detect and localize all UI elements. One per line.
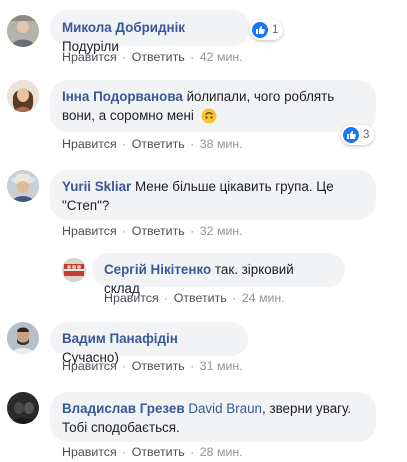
avatar[interactable]	[7, 170, 39, 202]
like-button[interactable]: Нравится	[62, 359, 117, 373]
comment-timestamp[interactable]: 24 мин.	[242, 291, 285, 305]
reply-button[interactable]: Ответить	[132, 224, 185, 238]
comment-text: , зверни увагу.	[262, 401, 352, 416]
comment-text: Тобі сподобається.	[62, 420, 180, 435]
comment-text: Мене більше цікавить група. Це	[134, 179, 334, 194]
comment-author[interactable]: Yurii Skliar	[62, 179, 131, 194]
comment-text: "Степ"?	[62, 198, 110, 213]
reply-button[interactable]: Ответить	[174, 291, 227, 305]
comment-actions: Нравится · Ответить · 42 мин.	[62, 50, 243, 64]
comment-author[interactable]: Микола Добриднік	[62, 20, 185, 35]
comment-actions: Нравится · Ответить · 32 мин.	[62, 224, 243, 238]
comment-author[interactable]: Інна Подорванова	[62, 89, 183, 104]
upside-down-face-icon	[201, 108, 217, 129]
like-button[interactable]: Нравится	[62, 137, 117, 151]
comment-bubble: Микола Добриднік Подуріли	[50, 10, 250, 54]
like-button[interactable]: Нравится	[62, 224, 117, 238]
like-button[interactable]: Нравится	[62, 445, 117, 459]
comment-author[interactable]: Сергій Нікітенко	[104, 262, 211, 277]
reaction-count[interactable]: 1	[250, 20, 284, 40]
like-button[interactable]: Нравится	[104, 291, 159, 305]
avatar[interactable]	[7, 80, 39, 112]
reaction-count[interactable]: 3	[341, 125, 375, 145]
comment-author[interactable]: Вадим Панафідін	[62, 331, 178, 346]
reply-button[interactable]: Ответить	[132, 445, 185, 459]
like-icon	[252, 22, 268, 38]
comment-bubble: Владислав Грезев David Braun, зверни ува…	[50, 392, 376, 442]
avatar[interactable]	[7, 15, 39, 47]
reply-button[interactable]: Ответить	[132, 137, 185, 151]
avatar[interactable]	[7, 392, 39, 424]
comment-text: вони, а соромно мені	[62, 108, 194, 123]
comment-bubble: Сергій Нікітенко так. зірковий склад	[92, 253, 345, 296]
comment-timestamp[interactable]: 32 мин.	[200, 224, 243, 238]
comment-bubble: Yurii Skliar Мене більше цікавить група.…	[50, 170, 376, 220]
comment-actions: Нравится · Ответить · 24 мин.	[104, 291, 285, 305]
like-button[interactable]: Нравится	[62, 50, 117, 64]
comment-actions: Нравится · Ответить · 38 мин.	[62, 137, 243, 151]
avatar[interactable]	[62, 258, 86, 282]
comment-timestamp[interactable]: 28 мин.	[200, 445, 243, 459]
reply-button[interactable]: Ответить	[132, 359, 185, 373]
comment-actions: Нравится · Ответить · 28 мин.	[62, 445, 243, 459]
mention-link[interactable]: David Braun	[188, 401, 262, 416]
comment-timestamp[interactable]: 38 мин.	[200, 137, 243, 151]
comment-timestamp[interactable]: 31 мин.	[200, 359, 243, 373]
reply-button[interactable]: Ответить	[132, 50, 185, 64]
comment-text: йолипали, чого роблять	[186, 89, 335, 104]
comment-author[interactable]: Владислав Грезев	[62, 401, 185, 416]
comment-actions: Нравится · Ответить · 31 мин.	[62, 359, 243, 373]
avatar[interactable]	[7, 322, 39, 354]
comment-bubble: Вадим Панафідін Сучасно)	[50, 322, 248, 365]
like-icon	[343, 127, 359, 143]
comment-timestamp[interactable]: 42 мин.	[200, 50, 243, 64]
comment-bubble: Інна Подорванова йолипали, чого роблять …	[50, 80, 376, 132]
